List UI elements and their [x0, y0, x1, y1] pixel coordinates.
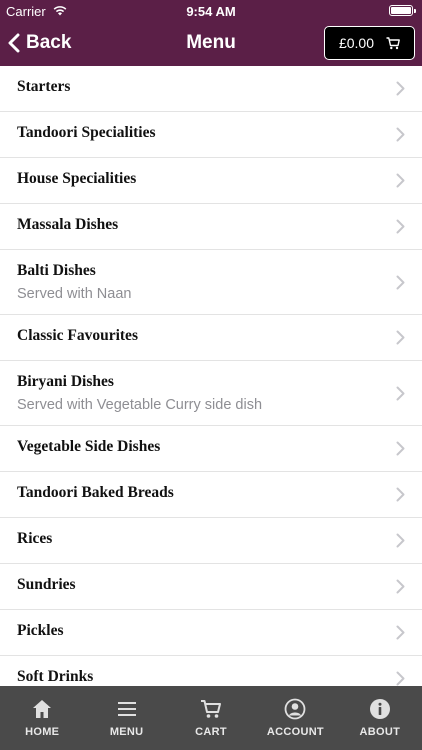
chevron-right-icon — [396, 441, 405, 456]
menu-category-rices[interactable]: Rices — [0, 518, 422, 564]
cart-icon — [201, 700, 222, 718]
tab-cart-label: CART — [195, 726, 227, 738]
menu-category-title: Balti Dishes — [17, 262, 96, 279]
chevron-right-icon — [396, 533, 405, 548]
menu-category-title: Massala Dishes — [17, 216, 119, 233]
tab-home[interactable]: HOME — [0, 686, 84, 750]
info-icon — [369, 699, 390, 719]
tab-cart[interactable]: CART — [169, 686, 253, 750]
chevron-right-icon — [396, 173, 405, 188]
status-time: 9:54 AM — [186, 4, 236, 19]
menu-category-title: Tandoori Specialities — [17, 124, 156, 141]
account-icon — [285, 698, 306, 720]
menu-icon — [117, 702, 136, 716]
menu-category-soft-drinks[interactable]: Soft Drinks — [0, 656, 422, 686]
menu-category-massala-dishes[interactable]: Massala Dishes — [0, 204, 422, 250]
menu-category-title: Sundries — [17, 576, 76, 593]
chevron-right-icon — [396, 579, 405, 594]
chevron-right-icon — [396, 671, 405, 686]
chevron-right-icon — [396, 487, 405, 502]
chevron-right-icon — [396, 127, 405, 142]
chevron-right-icon — [396, 275, 405, 290]
chevron-right-icon — [396, 386, 405, 401]
tab-account[interactable]: ACCOUNT — [253, 686, 337, 750]
menu-category-starters[interactable]: Starters — [0, 66, 422, 112]
cart-total-button[interactable]: £0.00 — [324, 26, 415, 60]
cart-total-amount: £0.00 — [338, 35, 375, 51]
menu-category-tandoori-baked-breads[interactable]: Tandoori Baked Breads — [0, 472, 422, 518]
tab-menu[interactable]: MENU — [84, 686, 168, 750]
chevron-right-icon — [396, 219, 405, 234]
menu-category-list: Starters Tandoori Specialities House Spe… — [0, 66, 422, 686]
battery-icon — [389, 5, 416, 16]
home-icon — [33, 700, 52, 718]
nav-header: Carrier 9:54 AM Back Menu £0.00 — [0, 0, 422, 66]
menu-category-subtitle: Served with Naan — [17, 286, 132, 302]
cart-icon — [386, 36, 400, 49]
menu-category-sundries[interactable]: Sundries — [0, 564, 422, 610]
tab-about[interactable]: ABOUT — [338, 686, 422, 750]
menu-category-classic-favourites[interactable]: Classic Favourites — [0, 315, 422, 361]
menu-category-title: Rices — [17, 530, 53, 547]
menu-category-subtitle: Served with Vegetable Curry side dish — [17, 397, 263, 413]
status-bar: Carrier 9:54 AM — [0, 0, 422, 22]
menu-category-title: Soft Drinks — [17, 668, 94, 685]
menu-category-title: Biryani Dishes — [17, 373, 114, 390]
menu-category-tandoori-specialities[interactable]: Tandoori Specialities — [0, 112, 422, 158]
menu-category-biryani-dishes[interactable]: Biryani Dishes Served with Vegetable Cur… — [0, 361, 422, 426]
menu-category-title: Tandoori Baked Breads — [17, 484, 174, 501]
menu-category-title: Starters — [17, 78, 71, 95]
menu-category-vegetable-side-dishes[interactable]: Vegetable Side Dishes — [0, 426, 422, 472]
menu-category-balti-dishes[interactable]: Balti Dishes Served with Naan — [0, 250, 422, 315]
tab-about-label: ABOUT — [359, 726, 401, 738]
menu-category-title: House Specialities — [17, 170, 137, 187]
chevron-right-icon — [396, 330, 405, 345]
tab-menu-label: MENU — [109, 726, 144, 738]
tab-home-label: HOME — [25, 726, 60, 738]
bottom-tab-bar: HOME MENU CART ACCOUNT ABOUT — [0, 686, 422, 750]
tab-account-label: ACCOUNT — [266, 726, 324, 738]
chevron-right-icon — [396, 81, 405, 96]
chevron-right-icon — [396, 625, 405, 640]
menu-category-house-specialities[interactable]: House Specialities — [0, 158, 422, 204]
menu-category-pickles[interactable]: Pickles — [0, 610, 422, 656]
menu-category-title: Classic Favourites — [17, 327, 138, 344]
menu-category-title: Pickles — [17, 622, 64, 639]
menu-category-title: Vegetable Side Dishes — [17, 438, 161, 455]
